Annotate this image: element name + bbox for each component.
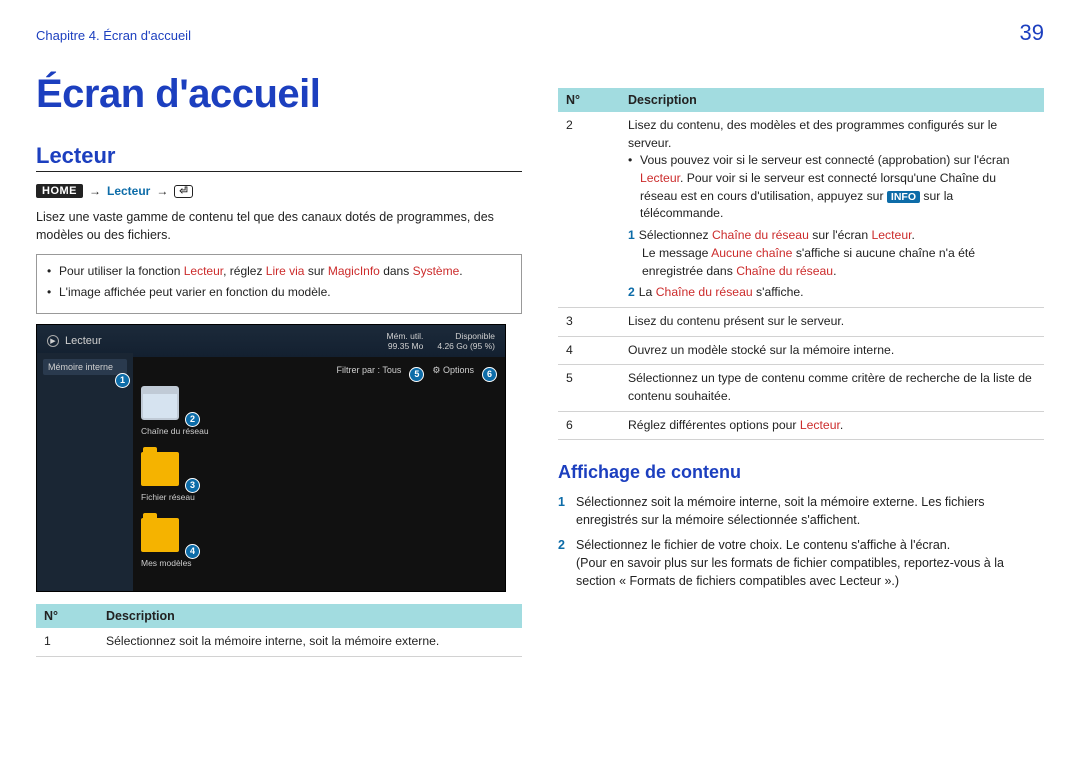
left-desc-table: N° Description 1 Sélectionnez soit la mé… [36, 604, 522, 657]
note-line: Pour utiliser la fonction Lecteur, régle… [47, 263, 511, 280]
th-desc: Description [620, 88, 1044, 112]
folder-icon [141, 518, 179, 552]
player-screenshot: ▶ Lecteur Mém. util. 99.35 Mo Disponible… [36, 324, 506, 592]
step-item: 1 Sélectionnez soit la mémoire interne, … [558, 493, 1044, 529]
item-label: Fichier réseau [141, 492, 195, 502]
marker-3: 3 [185, 478, 200, 493]
mem-avail-value: 4.26 Go (95 %) [437, 341, 495, 351]
breadcrumb-item: Lecteur [107, 184, 150, 198]
enter-icon: ⏎ [174, 185, 192, 198]
th-no: N° [558, 88, 620, 112]
subsection-title: Affichage de contenu [558, 462, 1044, 483]
note-box: Pour utiliser la fonction Lecteur, régle… [36, 254, 522, 314]
page-title: Écran d'accueil [36, 72, 522, 117]
sidebar-item-memory: Mémoire interne [43, 359, 127, 375]
marker-5: 5 [409, 367, 424, 382]
table-row: 3 Lisez du contenu présent sur le serveu… [558, 307, 1044, 336]
section-title: Lecteur [36, 143, 522, 172]
marker-6: 6 [482, 367, 497, 382]
table-row: 5 Sélectionnez un type de contenu comme … [558, 365, 1044, 411]
page-number: 39 [1020, 20, 1044, 46]
mem-used-label: Mém. util. [387, 331, 424, 341]
info-badge: INFO [887, 191, 920, 203]
th-desc: Description [98, 604, 522, 628]
arrow-icon: → [156, 184, 168, 198]
table-row: 6 Réglez différentes options pour Lecteu… [558, 411, 1044, 440]
filter-label: Filtrer par : Tous [337, 365, 402, 380]
intro-paragraph: Lisez une vaste gamme de contenu tel que… [36, 208, 522, 244]
table-row: 1 Sélectionnez soit la mémoire interne, … [36, 628, 522, 656]
screenshot-title: Lecteur [65, 335, 102, 347]
th-no: N° [36, 604, 98, 628]
note-line: L'image affichée peut varier en fonction… [47, 284, 511, 301]
table-row: 2 Lisez du contenu, des modèles et des p… [558, 112, 1044, 307]
table-row: 4 Ouvrez un modèle stocké sur la mémoire… [558, 336, 1044, 365]
home-badge: HOME [36, 184, 83, 198]
right-desc-table: N° Description 2 Lisez du contenu, des m… [558, 88, 1044, 440]
calendar-icon [141, 386, 179, 420]
marker-2: 2 [185, 412, 200, 427]
mem-avail-label: Disponible [437, 331, 495, 341]
steps-list: 1 Sélectionnez soit la mémoire interne, … [558, 493, 1044, 590]
play-icon: ▶ [47, 335, 59, 347]
item-label: Chaîne du réseau [141, 426, 209, 436]
options-label: ⚙ Options [432, 365, 474, 380]
step-item: 2 Sélectionnez le fichier de votre choix… [558, 536, 1044, 590]
breadcrumb: HOME → Lecteur → ⏎ [36, 184, 522, 198]
folder-icon [141, 452, 179, 486]
marker-4: 4 [185, 544, 200, 559]
arrow-icon: → [89, 184, 101, 198]
item-label: Mes modèles [141, 558, 192, 568]
chapter-label: Chapitre 4. Écran d'accueil [36, 28, 191, 43]
mem-used-value: 99.35 Mo [387, 341, 424, 351]
marker-1: 1 [115, 373, 130, 388]
